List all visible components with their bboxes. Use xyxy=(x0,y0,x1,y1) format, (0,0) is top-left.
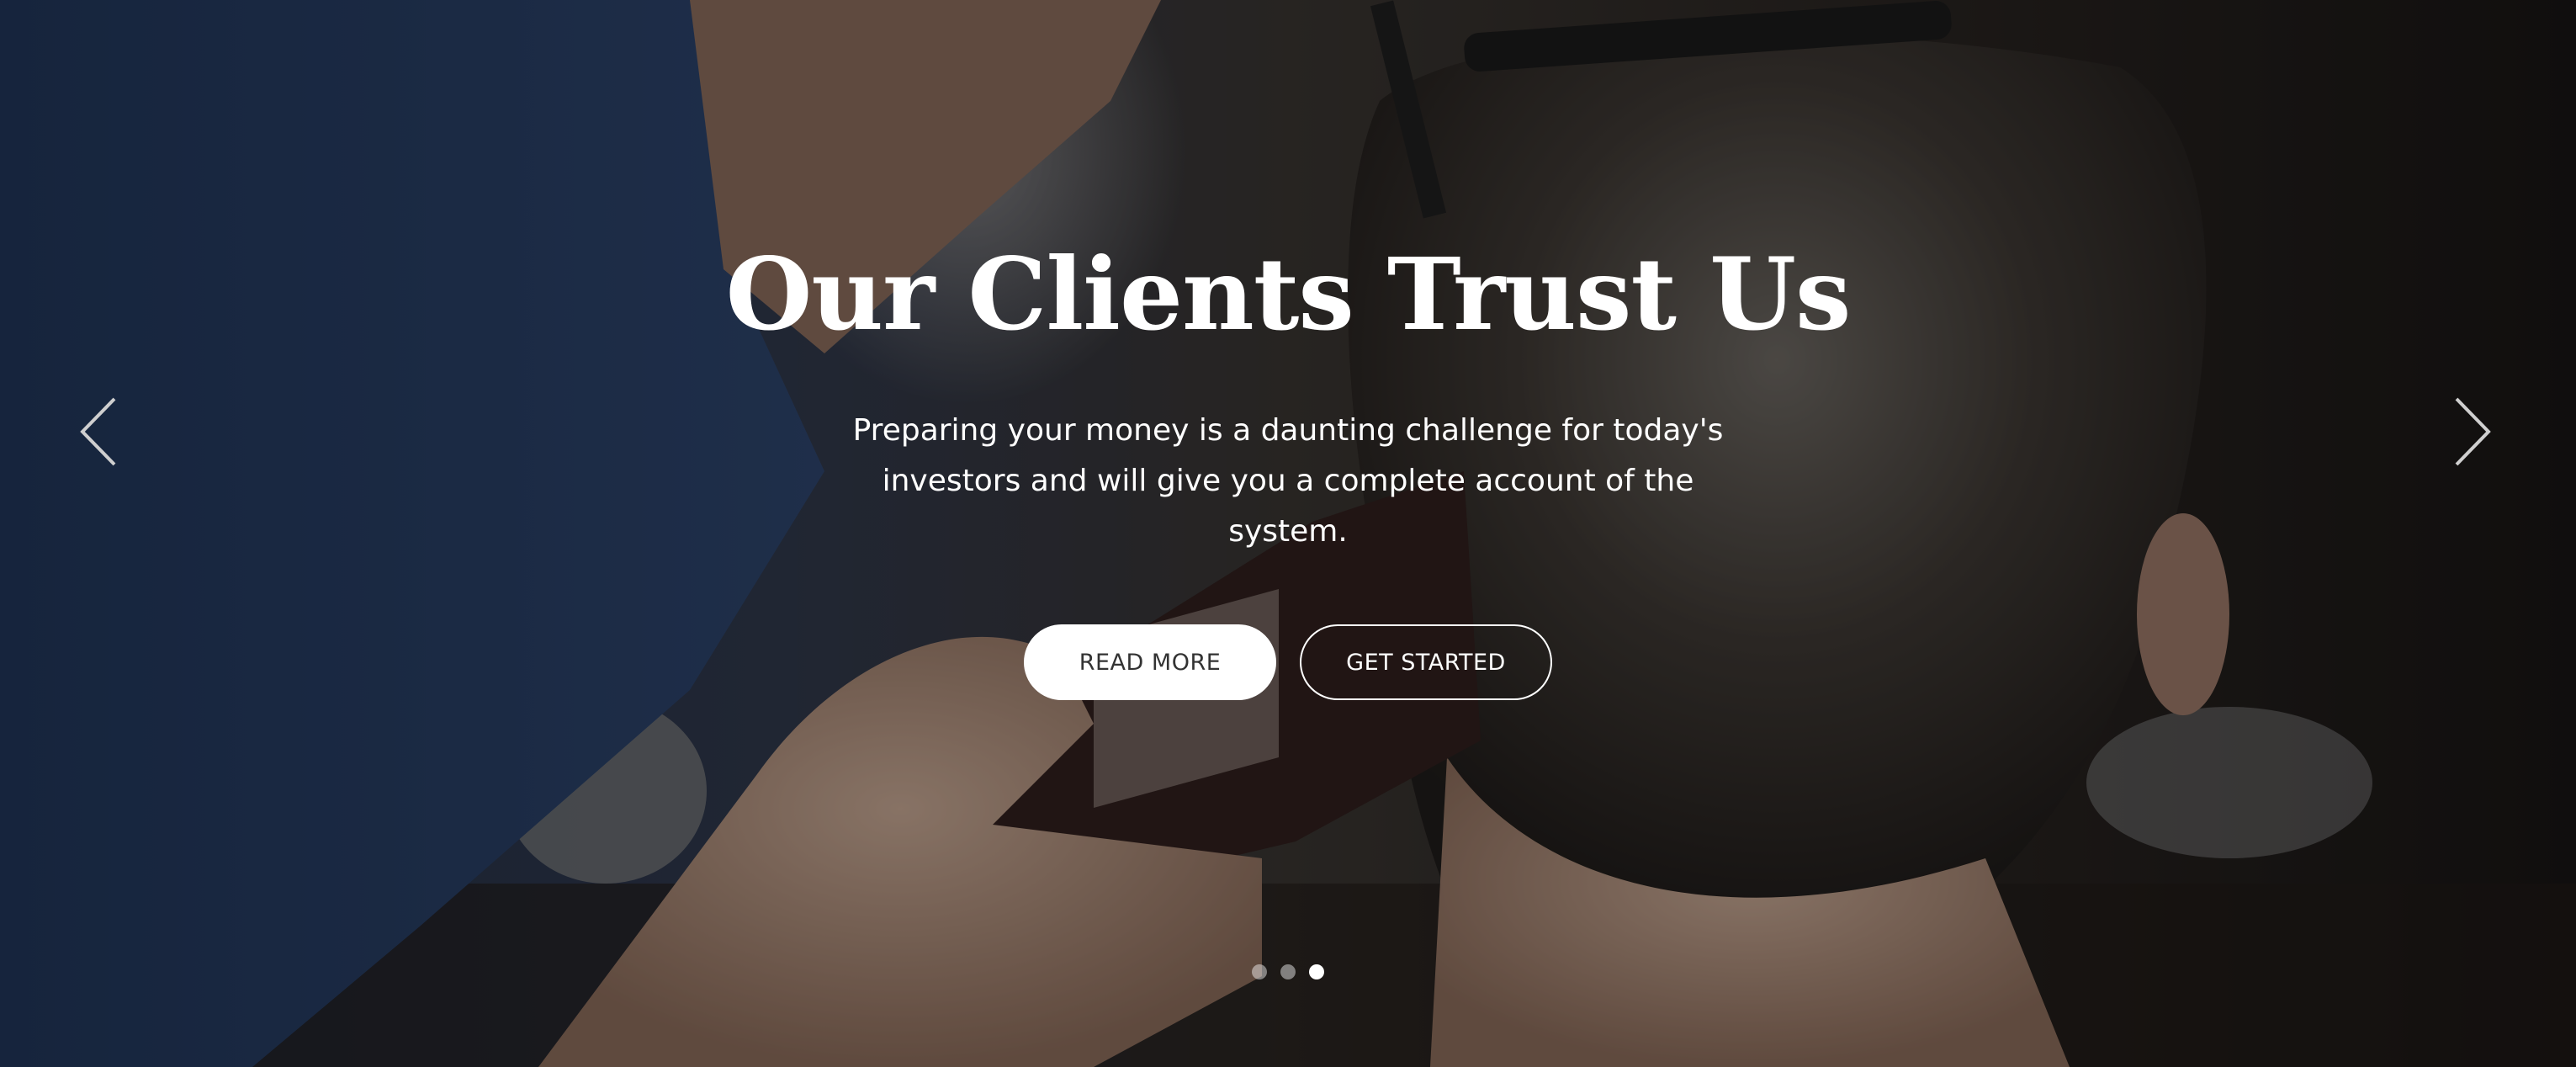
hero-slider: Our Clients Trust Us Preparing your mone… xyxy=(0,0,2576,1067)
carousel-dot-2[interactable] xyxy=(1280,964,1296,979)
carousel-dot-1[interactable] xyxy=(1252,964,1267,979)
read-more-button[interactable]: READ MORE xyxy=(1024,624,1276,700)
slide-buttons: READ MORE GET STARTED xyxy=(0,624,2576,700)
slide-description-line: investors and will give you a complete a… xyxy=(882,464,1694,549)
slide-title: Our Clients Trust Us xyxy=(725,236,1852,353)
slide-description-line: Preparing your money is a daunting chall… xyxy=(852,413,1724,448)
get-started-button[interactable]: GET STARTED xyxy=(1300,624,1552,700)
slide-content: Our Clients Trust Us Preparing your mone… xyxy=(0,227,2576,700)
carousel-pagination xyxy=(0,964,2576,979)
slide-description: Preparing your money is a daunting chall… xyxy=(825,406,1751,557)
carousel-dot-3[interactable] xyxy=(1309,964,1324,979)
